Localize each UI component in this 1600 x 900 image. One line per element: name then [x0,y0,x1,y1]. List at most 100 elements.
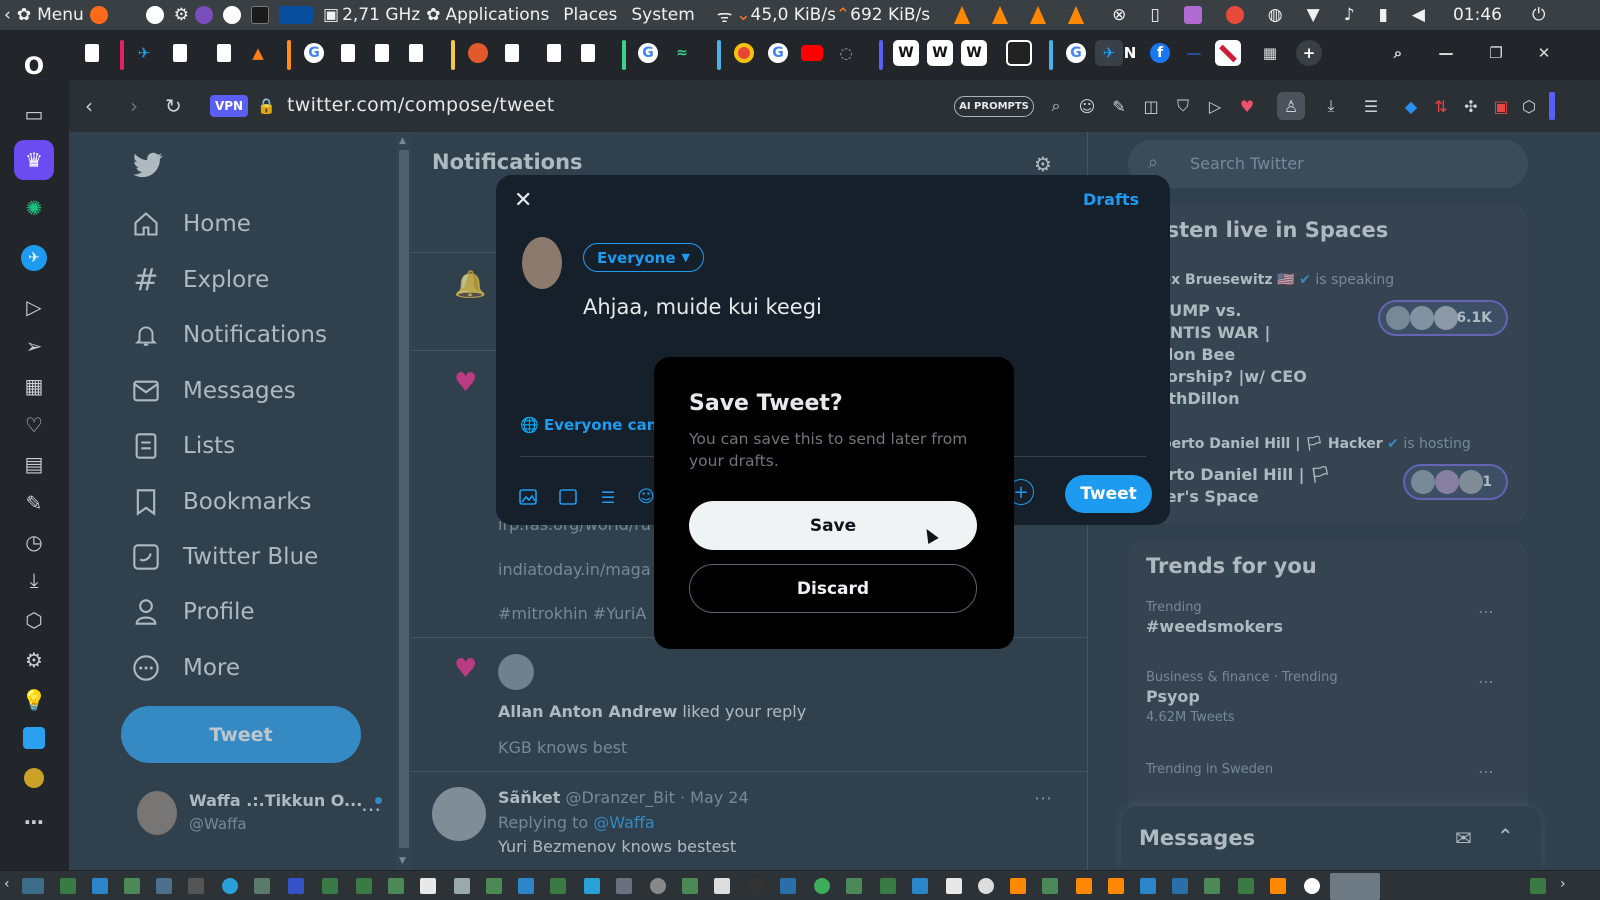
send-icon[interactable]: ➢ [14,326,54,366]
clock[interactable]: 01:46 [1453,0,1502,30]
settings-icon[interactable]: ⚙ [14,640,54,680]
tab-google-icon[interactable]: G [635,40,661,66]
new-tab-plus-icon[interactable]: + [1296,40,1322,66]
firefox-icon[interactable] [89,0,112,30]
taskbar-app-icon[interactable] [356,878,372,894]
taskbar-active-opera[interactable] [1330,873,1380,900]
taskbar-app-icon[interactable] [188,878,204,894]
settings-gear-icon[interactable]: ⚙ [174,0,189,30]
taskbar-telegram-icon[interactable] [222,878,238,894]
tab-doc-icon[interactable] [79,40,105,66]
download-bar-icon[interactable]: ⤓ [1321,96,1341,116]
tab-doc-icon[interactable] [541,40,567,66]
tab-doc-icon[interactable] [167,40,193,66]
taskbar-app-icon[interactable] [846,878,862,894]
ext-diamond-icon[interactable]: ◆ [1401,96,1421,116]
heart-icon[interactable]: ♥ [1237,96,1257,116]
crown-icon[interactable]: ♛ [14,140,54,180]
audience-selector[interactable]: Everyone ▼ [583,243,704,272]
player-icon[interactable]: ▷ [14,287,54,327]
vlc-icons[interactable] [954,0,1106,30]
profile-icon[interactable]: ♙ [1277,92,1305,120]
taskbar-app-icon[interactable] [254,878,270,894]
search-chat-icon[interactable]: ⌕ [1046,96,1066,116]
tab-facebook-icon[interactable]: f [1147,40,1173,66]
sidebar-more-icon[interactable]: ⋯ [14,802,54,842]
tab-ask-icon[interactable] [465,40,491,66]
tab-notion-icon[interactable]: N [1117,40,1143,66]
xbox-icon[interactable]: ⊗ [1112,0,1126,30]
tab-loading-icon[interactable]: ◌ [833,40,859,66]
tab-youtube-icon[interactable] [799,40,825,66]
taskbar-app-icon[interactable] [616,878,632,894]
tab-overview-icon[interactable]: ▦ [1257,40,1283,66]
taskbar-app-icon[interactable] [714,878,730,894]
tab-search-icon[interactable]: ⌕ [1385,40,1411,66]
taskbar-app-icon[interactable] [288,878,304,894]
ext-calendar-icon[interactable]: ▣ [1491,96,1511,116]
taskbar-app-icon[interactable] [518,878,534,894]
tab-fox-icon[interactable]: ▲ [245,40,271,66]
tab-red-slash-icon[interactable] [1215,40,1241,66]
taskbar-app-icon[interactable] [1042,878,1058,894]
twitter-sidebar-icon[interactable]: ✈ [14,238,54,278]
battery-icon[interactable]: ▮ [1379,0,1388,30]
emoji-icon[interactable]: ☺ [1077,96,1097,116]
vlc-icon-3[interactable] [1030,6,1047,24]
pen-icon[interactable]: ✎ [1109,96,1129,116]
taskbar-vlc-icon[interactable] [1108,878,1124,894]
save-button[interactable]: Save [689,501,977,550]
opera-icon[interactable] [223,0,245,30]
taskbar-vlc-icon[interactable] [1270,878,1286,894]
taskbar-app-icon[interactable] [60,878,76,894]
news-icon[interactable]: ▤ [14,444,54,484]
system-menu[interactable]: System [631,0,694,30]
tweet-text-area[interactable]: Ahjaa, muide kui keegi [583,295,822,319]
taskbar-app-icon[interactable] [420,878,436,894]
taskbar-app-icon[interactable] [912,878,928,894]
tab-chrome-icon[interactable] [731,40,757,66]
ext-arrows-icon[interactable]: ⇅ [1431,96,1451,116]
volume-icon[interactable]: ◀ [1412,0,1425,30]
tab-doc-icon[interactable] [335,40,361,66]
chatgpt-icon[interactable]: ✺ [14,188,54,228]
messenger-icon[interactable] [14,718,54,758]
tab-google-icon[interactable]: G [301,40,327,66]
taskbar-app-icon[interactable] [978,878,994,894]
taskbar-app-icon[interactable] [1172,878,1188,894]
vlc-icon-1[interactable] [954,6,971,24]
taskbar-app-icon[interactable] [156,878,172,894]
tab-doc-icon[interactable] [403,40,429,66]
tab-wikipedia-icon[interactable]: W [927,40,953,66]
taskbar-right-arrow-icon[interactable]: › [1560,876,1566,892]
tab-green-icon[interactable]: ≈ [669,40,695,66]
back-icon[interactable]: ‹ [85,94,93,118]
taskbar-app-icon[interactable] [388,878,404,894]
tray-update-icon[interactable] [1225,0,1248,30]
notification-bell-icon[interactable]: ♪ [1344,0,1355,30]
heart-sidebar-icon[interactable]: ♡ [14,405,54,445]
taskbar-app-icon[interactable] [682,878,698,894]
taskbar-app-icon[interactable] [650,878,666,894]
taskbar-app-icon[interactable] [1238,878,1254,894]
tor-icon[interactable] [195,0,217,30]
vlc-icon-2[interactable] [992,6,1009,24]
tab-doc-icon[interactable] [575,40,601,66]
restore-icon[interactable]: ❐ [1483,40,1509,66]
close-window-icon[interactable]: ✕ [1531,40,1557,66]
taskbar-app-icon[interactable] [946,878,962,894]
taskbar-app-icon[interactable] [124,878,140,894]
vpn-badge[interactable]: VPN [210,95,248,117]
history-clock-icon[interactable]: ◷ [14,522,54,562]
tray-app-icon[interactable] [1183,0,1206,30]
media-icon[interactable] [518,487,538,507]
discard-button[interactable]: Discard [689,564,977,613]
wifi-signal-icon[interactable]: ▼ [1307,0,1320,30]
taskbar-app-icon[interactable] [1140,878,1156,894]
tab-google-icon[interactable]: G [1063,40,1089,66]
download-icon[interactable]: ⤓ [14,560,54,600]
shield-icon[interactable]: ⛉ [1173,96,1193,116]
tab-google-icon[interactable]: G [765,40,791,66]
tab-wikipedia-icon[interactable]: W [893,40,919,66]
close-icon[interactable]: ✕ [514,188,532,213]
